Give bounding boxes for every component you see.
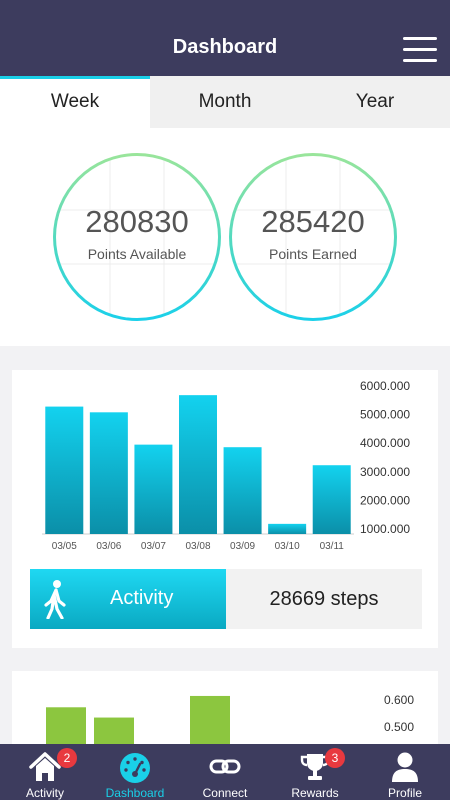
- points-available-label: Points Available: [87, 246, 187, 262]
- y-tick-label: 1000.000: [360, 522, 410, 536]
- points-earned-label: Points Earned: [269, 246, 357, 262]
- link-icon: [209, 759, 241, 774]
- x-tick-label: 03/10: [275, 541, 300, 552]
- x-tick-label: 03/05: [52, 541, 77, 552]
- nav-connect-label: Connect: [202, 786, 248, 800]
- nav-rewards[interactable]: 3 Rewards: [270, 744, 360, 800]
- steps-bar-chart: 03/05 03/06 03/07 03/08 03/09 03/10 03/11 6000.…: [42, 379, 410, 552]
- bar[interactable]: [190, 695, 230, 751]
- activity-badge: 2: [57, 748, 77, 768]
- points-available-value: 280830: [85, 204, 189, 239]
- x-tick-label: 03/09: [230, 541, 255, 552]
- y-tick-label: 0.600: [384, 693, 414, 707]
- activity-summary: Activity 28669 steps: [30, 569, 422, 629]
- user-icon: [392, 752, 418, 782]
- tab-year[interactable]: Year: [300, 76, 450, 128]
- nav-rewards-label: Rewards: [291, 786, 339, 800]
- x-tick-label: 03/11: [320, 541, 345, 552]
- bar[interactable]: [179, 395, 217, 534]
- secondary-chart-card: 0.600 0.500: [12, 671, 438, 751]
- secondary-bar-chart: 0.600 0.500: [46, 693, 414, 751]
- bar[interactable]: [45, 406, 84, 534]
- rewards-badge: 3: [325, 748, 345, 768]
- page-title: Dashboard: [172, 36, 278, 58]
- tab-month[interactable]: Month: [150, 76, 300, 128]
- nav-dashboard-label: Dashboard: [105, 786, 165, 800]
- activity-label: Activity: [110, 587, 174, 609]
- hamburger-menu-icon[interactable]: [403, 37, 437, 63]
- steps-chart-card: 03/05 03/06 03/07 03/08 03/09 03/10 03/11 6000.…: [12, 370, 438, 648]
- points-summary: 280830 Points Available 285420 Points Ea…: [0, 128, 450, 346]
- dashboard-gauge-icon: [120, 753, 150, 783]
- nav-activity-label: Activity: [25, 786, 64, 800]
- points-earned-ring: 285420 Points Earned: [229, 153, 397, 321]
- points-earned-value: 285420: [261, 204, 365, 239]
- x-tick-label: 03/08: [185, 541, 210, 552]
- y-tick-label: 4000.000: [360, 436, 410, 450]
- tab-week[interactable]: Week: [0, 76, 150, 128]
- activity-button[interactable]: Activity: [30, 569, 226, 629]
- y-tick-label: 0.500: [384, 720, 414, 734]
- x-tick-label: 03/07: [141, 541, 166, 552]
- nav-connect[interactable]: Connect: [180, 744, 270, 800]
- y-tick-label: 6000.000: [360, 379, 410, 393]
- bar[interactable]: [312, 465, 351, 534]
- x-tick-label: 03/06: [96, 541, 121, 552]
- bar[interactable]: [134, 444, 173, 534]
- nav-profile-label: Profile: [387, 786, 422, 800]
- y-tick-label: 3000.000: [360, 465, 410, 479]
- bottom-navigation: 2 Activity Dashboard Connect 3 Rewards P…: [0, 744, 450, 800]
- y-tick-label: 2000.000: [360, 493, 410, 507]
- nav-profile[interactable]: Profile: [360, 744, 450, 800]
- walking-person-icon: [44, 580, 66, 619]
- bar[interactable]: [268, 523, 307, 534]
- bar[interactable]: [223, 447, 262, 534]
- nav-activity[interactable]: 2 Activity: [0, 744, 90, 800]
- bar[interactable]: [89, 412, 128, 534]
- points-available-ring: 280830 Points Available: [53, 153, 221, 321]
- period-tabs: Week Month Year: [0, 76, 450, 128]
- y-tick-label: 5000.000: [360, 408, 410, 422]
- app-header: Dashboard: [0, 0, 450, 76]
- nav-dashboard[interactable]: Dashboard: [90, 744, 180, 800]
- steps-count: 28669 steps: [269, 587, 379, 610]
